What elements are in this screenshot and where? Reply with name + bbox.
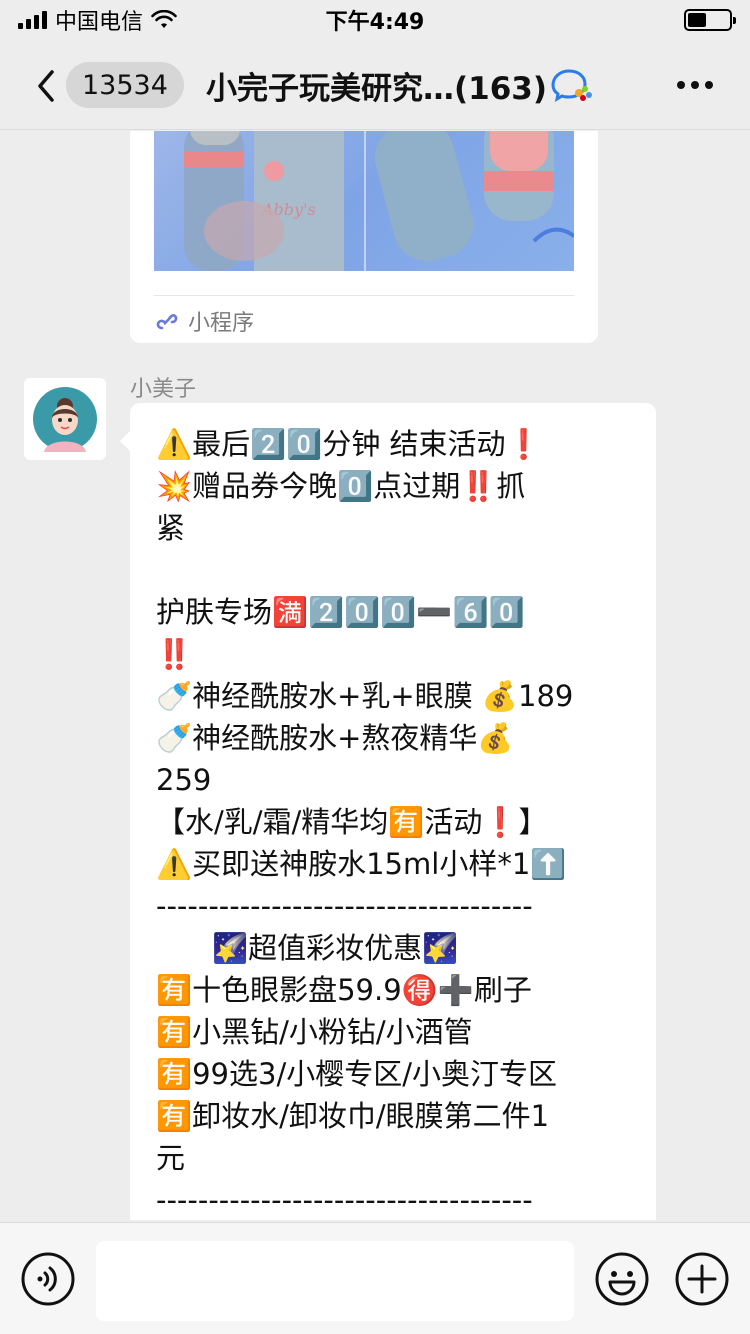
image-divider (364, 131, 366, 271)
message-line: ------------------------------------ (156, 1183, 533, 1217)
message-line: 🈶99选3/小樱专区/小奥汀专区 (156, 1057, 558, 1091)
voice-input-icon[interactable] (20, 1251, 76, 1307)
chat-title-text: 小完子玩美研究…(163) (206, 70, 548, 107)
message-line: 🍼神经酰胺水+熬夜精华💰 (156, 721, 514, 755)
emoji-icon[interactable] (594, 1251, 650, 1307)
sender-name: 小美子 (130, 377, 197, 402)
battery-icon (684, 9, 736, 31)
more-options-icon[interactable] (676, 80, 714, 90)
message-line: 🍼神经酰胺水+乳+眼膜 💰189 (156, 679, 574, 713)
battery-fill (688, 13, 706, 27)
chat-title: 小完子玩美研究…(163) (206, 62, 593, 108)
back-arrow-icon[interactable] (34, 68, 58, 104)
message-line (156, 549, 632, 591)
message-bubble[interactable]: ⚠️最后2️⃣0️⃣分钟 结束活动❗️ 💥赠品券今晚0️⃣点过期‼️抓 紧 护肤… (120, 403, 656, 1220)
enterprise-wechat-icon (551, 69, 593, 103)
status-left: 中国电信 (18, 4, 177, 36)
message-line: 🈶十色眼影盘59.9🉐➕刷子 (156, 973, 532, 1007)
clock: 下午4:49 (325, 10, 425, 35)
mini-program-card[interactable]: Abby's 小程序 (130, 131, 598, 343)
nav-bar: 13534 小完子玩美研究…(163) (0, 40, 750, 130)
mini-program-icon (156, 314, 178, 330)
avatar[interactable] (24, 378, 106, 460)
message-input[interactable] (96, 1241, 574, 1321)
mini-program-separator (154, 295, 574, 296)
chat-area[interactable]: Abby's 小程序 小美子 ⚠️最后2️⃣0️⃣分钟 结束活动❗️ 💥赠品券今… (0, 131, 750, 1220)
mini-program-image: Abby's (154, 131, 574, 271)
message-line: 紧 (156, 511, 186, 545)
message-line: 🈶卸妆水/卸妆巾/眼膜第二件1 (156, 1099, 550, 1133)
unread-count-badge[interactable]: 13534 (66, 62, 184, 108)
input-bar (0, 1222, 750, 1334)
message-line: 元 (156, 1141, 186, 1175)
message-line: ‼️ (156, 637, 193, 671)
plus-icon[interactable] (674, 1251, 730, 1307)
mini-program-label: 小程序 (188, 311, 255, 336)
carrier-label: 中国电信 (55, 10, 144, 35)
avatar-image (33, 387, 97, 452)
message-line: 🌠超值彩妆优惠🌠 (212, 931, 459, 965)
message-line: ⚠️最后2️⃣0️⃣分钟 结束活动❗️ (156, 427, 542, 461)
message-line: ⚠️买即送神胺水15ml小样*1⬆️ (156, 847, 567, 881)
message-line: 护肤专场🈵2️⃣0️⃣0️⃣➖6️⃣0️⃣ (156, 595, 525, 629)
wifi-icon (151, 10, 177, 28)
message-line: 259 (156, 763, 212, 797)
status-bar: 中国电信 下午4:49 (0, 0, 750, 40)
message-line: ------------------------------------ (156, 889, 533, 923)
message-line: 💥赠品券今晚0️⃣点过期‼️抓 (156, 469, 526, 503)
mini-program-footer: 小程序 (154, 303, 254, 339)
message-line: 【水/乳/霜/精华均🈶活动❗️】 (156, 805, 548, 839)
message-line: 🈶小黑钻/小粉钻/小酒管 (156, 1015, 473, 1049)
signal-icon (18, 11, 47, 29)
